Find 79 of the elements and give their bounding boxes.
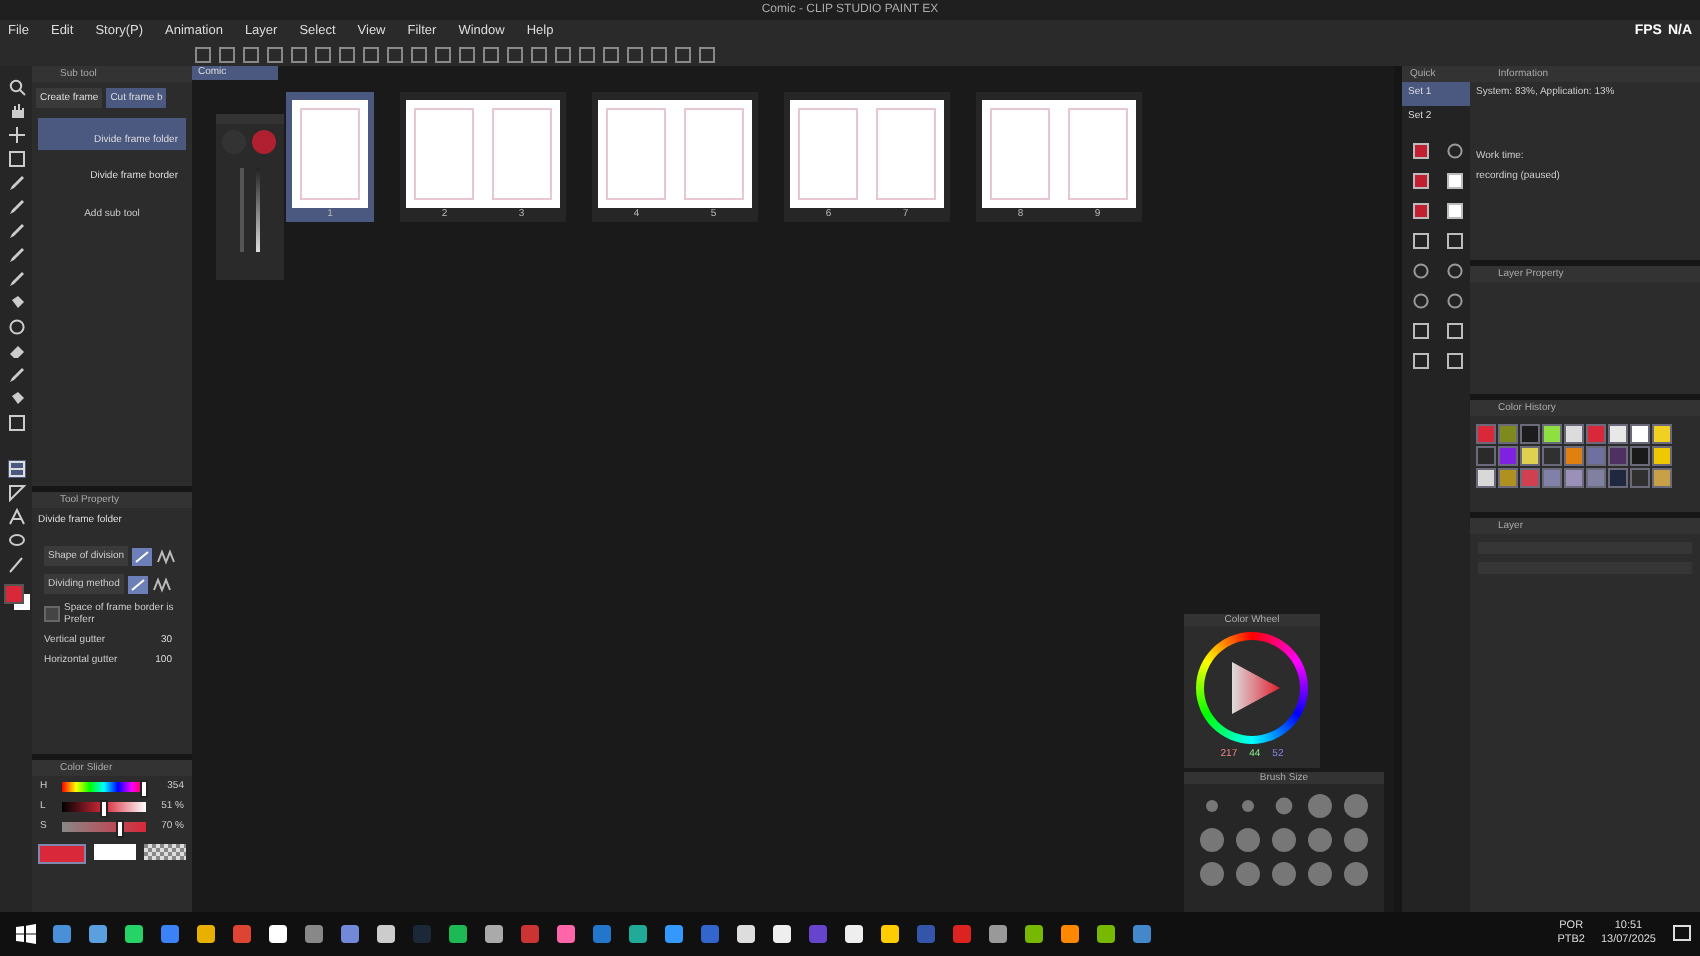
search-icon[interactable]: [7, 78, 25, 96]
color-swatch[interactable]: [1652, 424, 1672, 444]
color-swatch[interactable]: [1520, 468, 1540, 488]
frame-icon[interactable]: [7, 460, 25, 478]
hand-icon[interactable]: [7, 102, 25, 120]
color-swatch[interactable]: [1542, 468, 1562, 488]
square-icon[interactable]: [1446, 352, 1464, 370]
square-icon[interactable]: [7, 414, 25, 432]
brush-size-preset[interactable]: [1242, 800, 1254, 812]
sub-color-chip[interactable]: [94, 844, 136, 860]
brush-size-preset[interactable]: [1344, 862, 1368, 886]
square-icon[interactable]: [1412, 232, 1430, 250]
brush-size-preset[interactable]: [1308, 828, 1332, 852]
color-swatch[interactable]: [1586, 424, 1606, 444]
color-swatch[interactable]: [1586, 468, 1606, 488]
option-icon[interactable]: [156, 547, 177, 565]
circle-icon[interactable]: [1412, 292, 1430, 310]
color-swatch[interactable]: [1564, 424, 1584, 444]
color-swatch[interactable]: [1630, 424, 1650, 444]
circle-icon[interactable]: [1412, 262, 1430, 280]
color-swatch[interactable]: [1652, 446, 1672, 466]
square-icon[interactable]: [1412, 352, 1430, 370]
brush-size-preset[interactable]: [1344, 828, 1368, 852]
brush-size-preset[interactable]: [1200, 862, 1224, 886]
brush-size-preset[interactable]: [1236, 862, 1260, 886]
color-swatch[interactable]: [1586, 446, 1606, 466]
brush-size-preset[interactable]: [1272, 862, 1296, 886]
square-icon[interactable]: [1412, 322, 1430, 340]
text-icon[interactable]: [7, 508, 25, 526]
color-swatch[interactable]: [1652, 468, 1672, 488]
color-swatch[interactable]: [1608, 468, 1628, 488]
color-swatch[interactable]: [1520, 446, 1540, 466]
color-swatch[interactable]: [1630, 446, 1650, 466]
circle-icon[interactable]: [1446, 292, 1464, 310]
brush-size-preset[interactable]: [1275, 797, 1293, 815]
circle-icon[interactable]: [1446, 262, 1464, 280]
square-icon[interactable]: [7, 150, 25, 168]
color-swatch[interactable]: [1476, 424, 1496, 444]
brush-size-preset[interactable]: [1272, 828, 1296, 852]
color-swatch[interactable]: [1630, 468, 1650, 488]
move-icon[interactable]: [7, 126, 25, 144]
brush-size-preset[interactable]: [1206, 800, 1218, 812]
square-icon[interactable]: [1412, 172, 1430, 190]
triangle-icon[interactable]: [7, 484, 25, 502]
color-swatch[interactable]: [1520, 424, 1540, 444]
main-color-chip[interactable]: [38, 844, 86, 864]
windows-start-icon[interactable]: [16, 924, 36, 944]
transparent-color-chip[interactable]: [144, 844, 186, 860]
square-icon[interactable]: [1446, 232, 1464, 250]
pen-icon[interactable]: [7, 366, 25, 384]
color-swatches[interactable]: [3, 584, 29, 610]
brush-size-preset[interactable]: [1344, 794, 1368, 818]
color-swatch[interactable]: [1542, 446, 1562, 466]
color-swatch[interactable]: [1542, 424, 1562, 444]
option-icon[interactable]: [151, 575, 172, 593]
notification-icon[interactable]: [1672, 924, 1692, 944]
square-icon[interactable]: [1446, 322, 1464, 340]
square-icon[interactable]: [1412, 142, 1430, 160]
square-icon[interactable]: [1412, 202, 1430, 220]
circle-icon[interactable]: [1446, 142, 1464, 160]
color-swatch[interactable]: [1498, 468, 1518, 488]
color-swatch[interactable]: [1608, 446, 1628, 466]
color-swatch[interactable]: [1564, 446, 1584, 466]
brush-size-preset[interactable]: [1308, 862, 1332, 886]
color-swatch[interactable]: [1608, 424, 1628, 444]
brush-size-preset[interactable]: [1236, 828, 1260, 852]
checkbox[interactable]: [44, 606, 60, 622]
brush-size-preset[interactable]: [1200, 828, 1224, 852]
color-swatch[interactable]: [1476, 446, 1496, 466]
square-icon[interactable]: [1446, 172, 1464, 190]
circle-icon[interactable]: [7, 318, 25, 336]
color-swatch[interactable]: [1498, 446, 1518, 466]
color-swatch[interactable]: [1476, 468, 1496, 488]
square-icon[interactable]: [1446, 202, 1464, 220]
brush-size-preset[interactable]: [1308, 794, 1332, 818]
color-swatch[interactable]: [1564, 468, 1584, 488]
pen-icon[interactable]: [7, 556, 25, 574]
color-swatch[interactable]: [1498, 424, 1518, 444]
eraser-icon[interactable]: [7, 342, 25, 360]
